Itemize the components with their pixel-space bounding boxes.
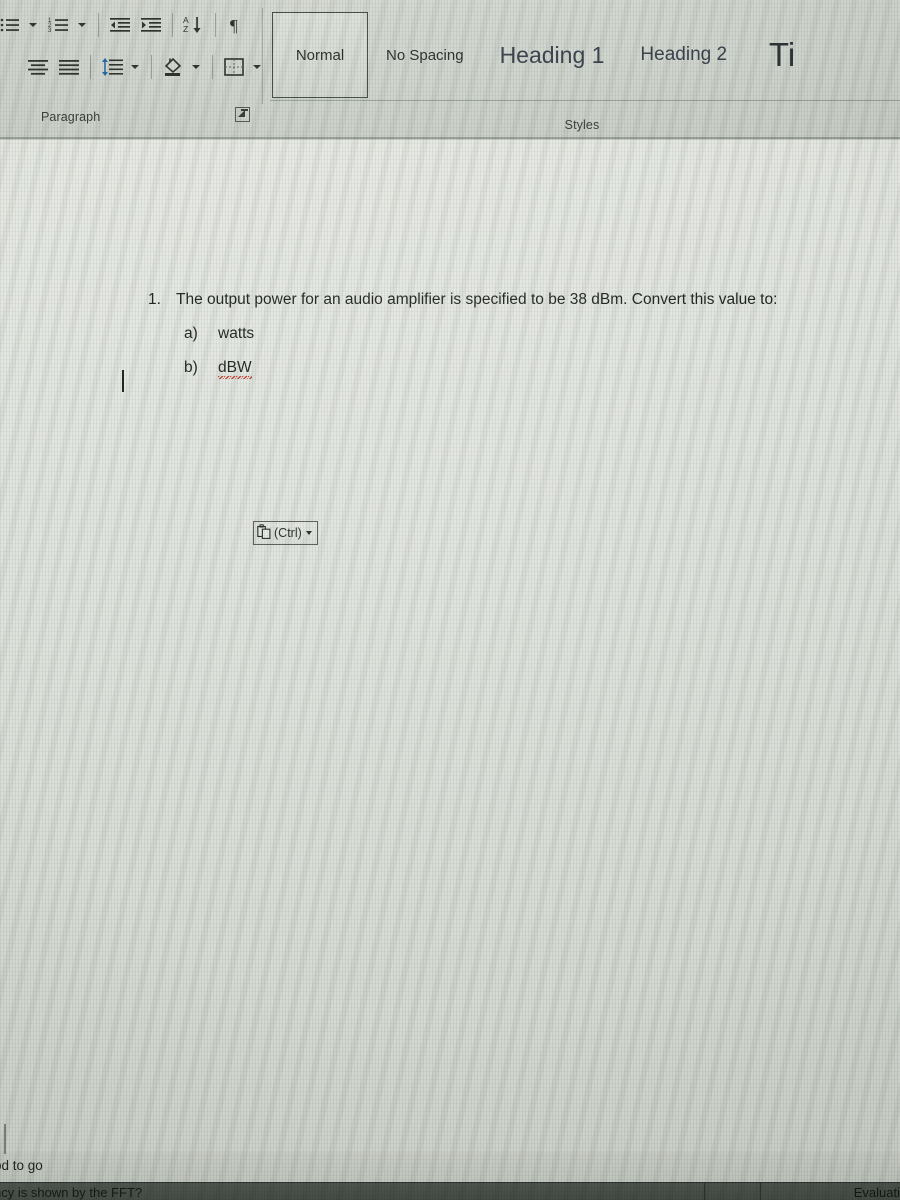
status-segment-divider <box>704 1183 706 1200</box>
numbering-icon[interactable]: 1 2 3 <box>45 11 73 39</box>
ribbon: 1 2 3 A Z ¶ Paragraph Normal No Spacing … <box>0 0 900 138</box>
bullets-dropdown-caret[interactable] <box>27 11 39 39</box>
text-cursor <box>122 370 124 392</box>
styles-gallery-underline <box>270 100 900 101</box>
paragraph-dialog-launcher-icon[interactable] <box>235 107 250 122</box>
svg-text:Z: Z <box>183 24 188 34</box>
shading-dropdown-caret[interactable] <box>190 53 202 81</box>
status-upper-text: od to go <box>0 1158 43 1173</box>
line-spacing-dropdown-caret[interactable] <box>129 53 141 81</box>
screen-photo: 1 2 3 A Z ¶ Paragraph Normal No Spacing … <box>0 0 900 1200</box>
document-canvas[interactable]: 1. The output power for an audio amplifi… <box>0 140 900 1152</box>
status-lower-left-text: ncy is shown by the FFT? <box>0 1185 143 1200</box>
paragraph-toolbar-row-2 <box>24 52 269 82</box>
ribbon-group-paragraph: 1 2 3 A Z ¶ Paragraph <box>0 0 262 138</box>
status-lower-right-text: Evaluati <box>853 1185 900 1200</box>
paragraph-group-label: Paragraph <box>41 110 101 124</box>
sub-item-a: a) watts <box>148 325 888 343</box>
toolbar-divider <box>172 13 173 37</box>
status-segment-divider <box>760 1183 762 1200</box>
increase-indent-icon[interactable] <box>137 11 165 39</box>
style-item-heading-1[interactable]: Heading 1 <box>482 12 623 98</box>
align-center-icon[interactable] <box>24 53 52 81</box>
ribbon-group-styles: Normal No Spacing Heading 1 Heading 2 Ti… <box>264 0 900 138</box>
question-text: The output power for an audio amplifier … <box>176 291 778 308</box>
svg-text:¶: ¶ <box>230 16 238 35</box>
style-item-normal[interactable]: Normal <box>272 12 368 98</box>
sub-item-b-label: b) <box>184 359 198 377</box>
sub-item-b: b) dBW <box>148 359 888 380</box>
sub-item-a-label: a) <box>184 325 198 343</box>
ribbon-bottom-border <box>0 137 900 139</box>
question-number: 1. <box>148 291 161 308</box>
toolbar-divider <box>151 55 152 79</box>
question-item: 1. The output power for an audio amplifi… <box>148 290 888 309</box>
toolbar-divider <box>98 13 99 37</box>
toolbar-divider <box>90 55 91 79</box>
style-item-heading-2[interactable]: Heading 2 <box>622 12 745 98</box>
status-band-upper: od to go <box>0 1152 900 1182</box>
line-spacing-icon[interactable] <box>98 53 126 81</box>
show-formatting-marks-icon[interactable]: ¶ <box>223 11 251 39</box>
paste-options-label: (Ctrl) <box>274 526 302 540</box>
styles-group-label: Styles <box>564 118 600 132</box>
sub-item-b-text: dBW <box>218 359 252 380</box>
clipboard-icon <box>257 524 271 542</box>
svg-text:3: 3 <box>48 28 52 34</box>
styles-gallery: Normal No Spacing Heading 1 Heading 2 Ti <box>272 12 819 98</box>
style-item-title[interactable]: Ti <box>745 12 819 98</box>
toolbar-divider <box>215 13 216 37</box>
paragraph-toolbar-row-1: 1 2 3 A Z ¶ <box>0 10 254 40</box>
chevron-down-icon[interactable] <box>305 531 312 535</box>
toolbar-divider <box>212 55 213 79</box>
sub-item-a-text: watts <box>218 325 255 343</box>
style-item-no-spacing[interactable]: No Spacing <box>368 12 482 98</box>
decrease-indent-icon[interactable] <box>106 11 134 39</box>
document-page[interactable]: 1. The output power for an audio amplifi… <box>0 140 900 1152</box>
status-band-lower: ncy is shown by the FFT? Evaluati <box>0 1182 900 1200</box>
shading-icon[interactable] <box>159 53 187 81</box>
paste-options-button[interactable]: (Ctrl) <box>253 521 318 545</box>
ribbon-group-separator <box>262 8 263 104</box>
borders-icon[interactable] <box>220 53 248 81</box>
left-edge-divider <box>4 1124 6 1154</box>
document-body[interactable]: 1. The output power for an audio amplifi… <box>122 290 888 392</box>
bullets-icon[interactable] <box>0 11 24 39</box>
numbering-dropdown-caret[interactable] <box>76 11 88 39</box>
align-justify-icon[interactable] <box>55 53 83 81</box>
sort-icon[interactable]: A Z <box>180 11 208 39</box>
